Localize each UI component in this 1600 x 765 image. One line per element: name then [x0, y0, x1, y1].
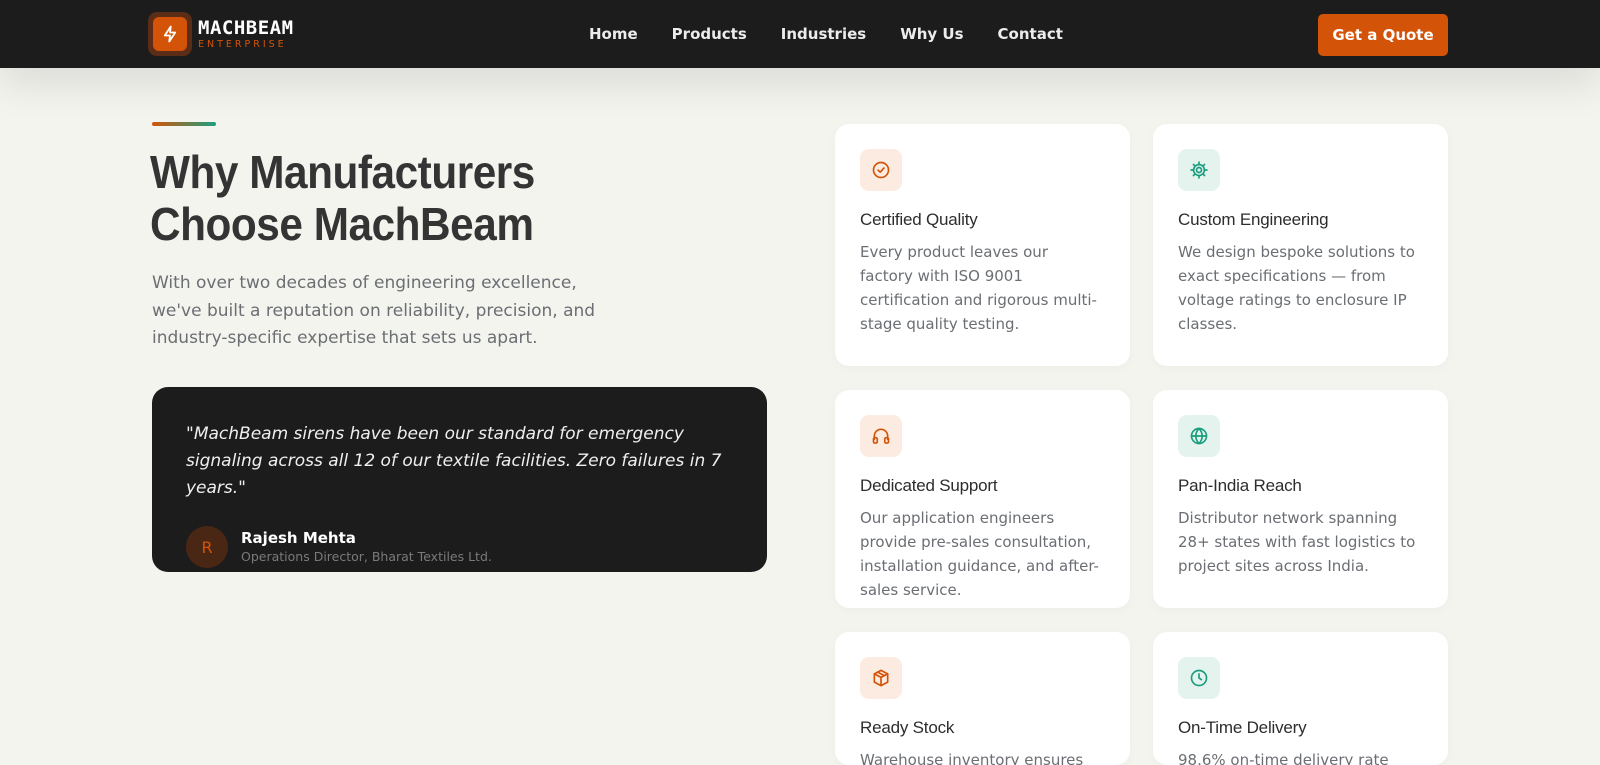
feature-description: 98.6% on-time delivery rate: [1178, 751, 1389, 765]
feature-description: Every product leaves our factory with IS…: [860, 243, 1097, 333]
nav-link-contact[interactable]: Contact: [998, 25, 1063, 43]
heading-line-1: Why Manufacturers: [150, 146, 535, 198]
feature-title: Ready Stock: [860, 718, 955, 737]
section-intro: With over two decades of engineering exc…: [152, 273, 596, 348]
headphones-icon: [860, 415, 902, 457]
heading-line-2: Choose MachBeam: [150, 198, 534, 250]
section-accent-bar: [152, 122, 216, 126]
testimonial-author: R Rajesh Mehta Operations Director, Bhar…: [186, 526, 733, 568]
feature-description: Distributor network spanning 28+ states …: [1178, 509, 1416, 575]
feature-title: On-Time Delivery: [1178, 718, 1307, 737]
clock-icon: [1178, 657, 1220, 699]
feature-card-custom-engineering: Custom Engineering We design bespoke sol…: [1153, 124, 1448, 366]
nav-link-home[interactable]: Home: [589, 25, 638, 43]
feature-description: Our application engineers provide pre-sa…: [860, 509, 1099, 599]
author-role: Operations Director, Bharat Textiles Ltd…: [241, 549, 492, 564]
get-quote-button[interactable]: Get a Quote: [1318, 14, 1448, 56]
feature-title: Dedicated Support: [860, 476, 998, 495]
section-heading: Why Manufacturers Choose MachBeam: [150, 146, 628, 250]
brand-logo[interactable]: MACHBEAM ENTERPRISE: [148, 12, 294, 56]
main-nav: Home Products Industries Why Us Contact: [589, 0, 1063, 68]
top-navbar: MACHBEAM ENTERPRISE Home Products Indust…: [0, 0, 1600, 68]
gear-icon: [1178, 149, 1220, 191]
feature-title: Custom Engineering: [1178, 210, 1329, 229]
nav-link-products[interactable]: Products: [672, 25, 747, 43]
feature-card-certified-quality: Certified Quality Every product leaves o…: [835, 124, 1130, 366]
feature-title: Pan-India Reach: [1178, 476, 1302, 495]
feature-card-ready-stock: Ready Stock Warehouse inventory ensures: [835, 632, 1130, 765]
nav-link-why-us[interactable]: Why Us: [900, 25, 963, 43]
brand-subtitle: ENTERPRISE: [198, 38, 287, 50]
testimonial-quote: "MachBeam sirens have been our standard …: [186, 424, 722, 498]
feature-description: Warehouse inventory ensures: [860, 751, 1084, 765]
testimonial-card: "MachBeam sirens have been our standard …: [152, 387, 767, 572]
feature-title: Certified Quality: [860, 210, 978, 229]
globe-icon: [1178, 415, 1220, 457]
avatar: R: [186, 526, 228, 568]
box-icon: [860, 657, 902, 699]
logo-mark: [148, 12, 192, 56]
feature-card-on-time-delivery: On-Time Delivery 98.6% on-time delivery …: [1153, 632, 1448, 765]
bolt-icon: [153, 17, 187, 51]
feature-card-pan-india-reach: Pan-India Reach Distributor network span…: [1153, 390, 1448, 608]
nav-link-industries[interactable]: Industries: [781, 25, 866, 43]
check-circle-icon: [860, 149, 902, 191]
brand-name: MACHBEAM: [198, 16, 294, 39]
feature-card-dedicated-support: Dedicated Support Our application engine…: [835, 390, 1130, 608]
author-name: Rajesh Mehta: [241, 529, 356, 547]
feature-description: We design bespoke solutions to exact spe…: [1178, 243, 1415, 333]
